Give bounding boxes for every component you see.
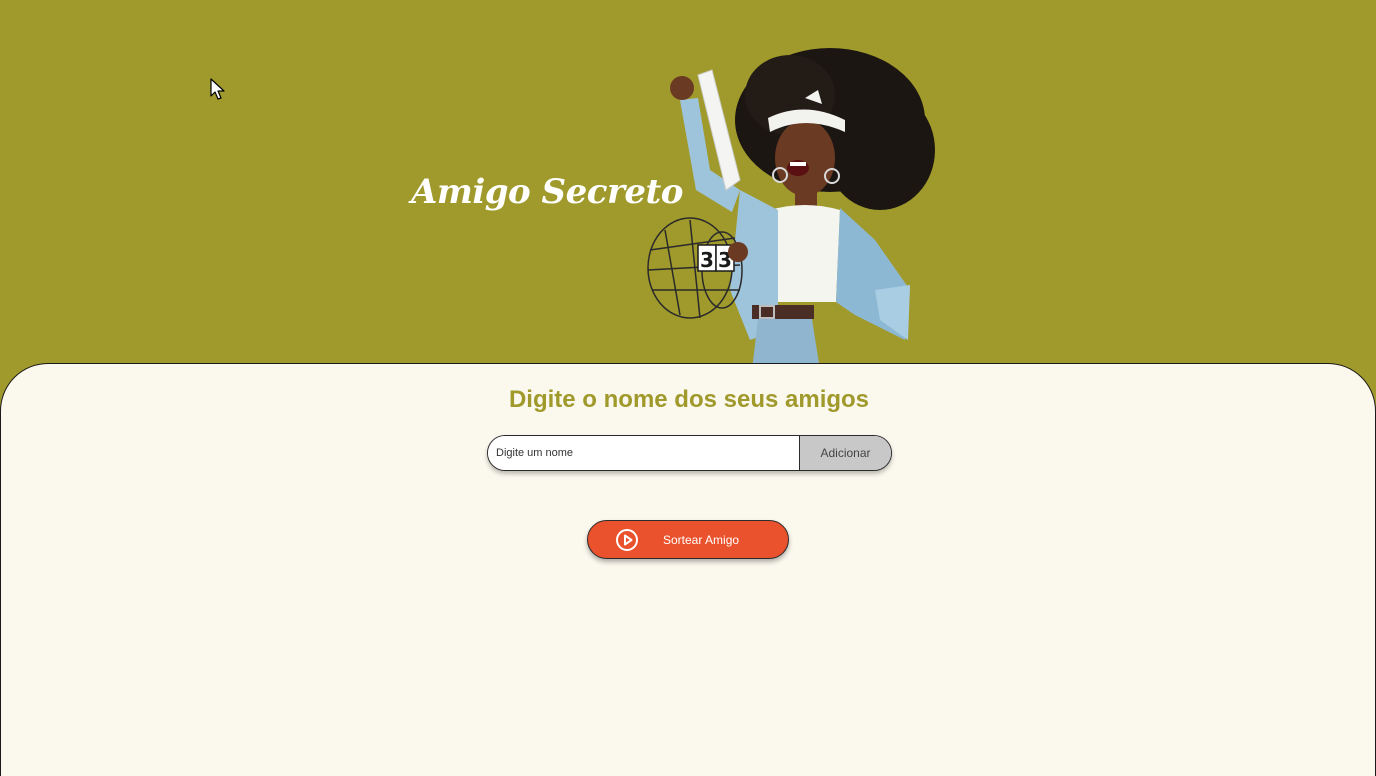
main-panel: Digite o nome dos seus amigos Adicionar … bbox=[0, 363, 1376, 776]
draw-friend-button[interactable]: Sortear Amigo bbox=[587, 520, 789, 559]
section-heading: Digite o nome dos seus amigos bbox=[508, 386, 870, 413]
mouse-cursor-icon bbox=[210, 78, 225, 100]
name-input-group: Adicionar bbox=[487, 435, 892, 471]
name-input[interactable] bbox=[488, 436, 799, 470]
draw-button-label: Sortear Amigo bbox=[663, 532, 740, 547]
woman-raffle-illustration: 3 3 bbox=[647, 48, 935, 370]
app-page: Amigo Secreto 3 3 Digite o nome dos seus… bbox=[0, 0, 1376, 776]
svg-text:3: 3 bbox=[700, 248, 714, 272]
header-banner: Amigo Secreto 3 3 bbox=[0, 0, 1376, 370]
add-button[interactable]: Adicionar bbox=[799, 436, 891, 470]
play-circle-icon bbox=[616, 528, 638, 551]
